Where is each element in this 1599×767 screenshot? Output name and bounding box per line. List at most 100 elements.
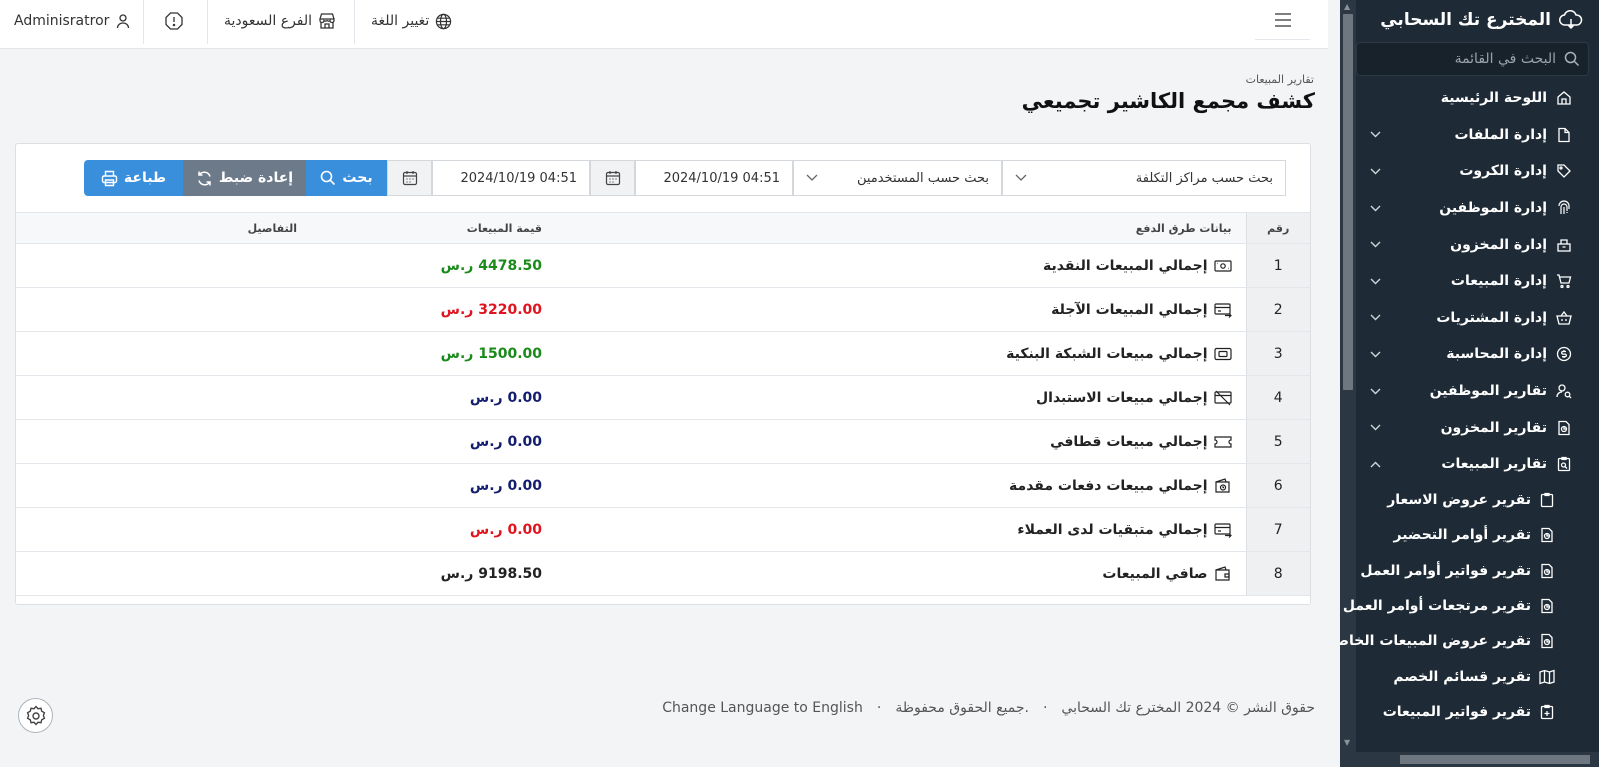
details-cell bbox=[16, 243, 311, 288]
sidebar-horizontal-scrollbar[interactable] bbox=[1340, 752, 1599, 767]
sidebar-item[interactable]: إدارة الكروت bbox=[1356, 153, 1599, 190]
fingerprint-icon bbox=[1555, 200, 1573, 216]
table-row: 6 إجمالي مبيعات دفعات مقدمة 0.00 ر.س bbox=[16, 463, 1310, 508]
footer-dot: · bbox=[876, 700, 882, 716]
sidebar-search-input[interactable]: البحث في القائمة bbox=[1356, 42, 1589, 76]
header-sales-value: قيمة المبيعات bbox=[311, 212, 556, 244]
sidebar-subitem[interactable]: تقرير فواتير أوامر العمل bbox=[1356, 553, 1599, 588]
sales-value: 0.00 bbox=[507, 389, 542, 406]
sidebar-subitem[interactable]: تقرير أوامر التحضير bbox=[1356, 518, 1599, 553]
sidebar-item[interactable]: إدارة المشتريات bbox=[1356, 300, 1599, 337]
credit-card-arrow-icon bbox=[1213, 302, 1232, 318]
sidebar-item[interactable]: تقارير المبيعات bbox=[1356, 446, 1599, 483]
language-switcher[interactable]: تغيير اللغة bbox=[371, 0, 452, 42]
scroll-up-icon[interactable]: ▲ bbox=[1344, 2, 1350, 11]
sidebar-subitem-label: تقرير عروض الاسعار bbox=[1387, 492, 1531, 509]
sidebar-subitem[interactable]: تقرير مرتجعات أوامر العمل bbox=[1343, 588, 1599, 623]
filter-bar: بحث حسب مراكز التكلفة بحث حسب المستخدمين… bbox=[40, 160, 1286, 196]
header-details: التفاصيل bbox=[16, 212, 311, 244]
table-row: 8 صافي المبيعات 9198.50 ر.س bbox=[16, 551, 1310, 596]
sales-value-cell: 0.00 ر.س bbox=[311, 463, 556, 508]
sales-value-cell: 0.00 ر.س bbox=[311, 419, 556, 464]
chevron-down-icon[interactable] bbox=[1370, 424, 1381, 431]
sidebar-item[interactable]: تقارير الموظفين bbox=[1356, 373, 1599, 410]
print-button[interactable]: طباعة bbox=[84, 160, 183, 196]
details-cell bbox=[16, 551, 311, 596]
chevron-down-icon[interactable] bbox=[1370, 241, 1381, 248]
language-label: تغيير اللغة bbox=[371, 13, 430, 29]
wallet-icon bbox=[1214, 565, 1232, 582]
date-from-input[interactable]: 2024/10/19 04:51 bbox=[635, 160, 793, 196]
sidebar-subitem[interactable]: تقرير قسائم الخصم bbox=[1356, 659, 1599, 694]
details-cell bbox=[16, 507, 311, 552]
users-select[interactable]: بحث حسب المستخدمين bbox=[793, 160, 1002, 196]
clipboard-icon bbox=[1539, 492, 1555, 508]
sidebar-item[interactable]: إدارة المبيعات bbox=[1356, 263, 1599, 300]
cost-center-select[interactable]: بحث حسب مراكز التكلفة bbox=[1002, 160, 1286, 196]
sidebar-item-label: تقارير المبيعات bbox=[1441, 456, 1547, 473]
sidebar-search-placeholder: البحث في القائمة bbox=[1454, 51, 1556, 67]
report-icon bbox=[1539, 633, 1555, 649]
alert-button[interactable] bbox=[164, 0, 184, 42]
payment-method-label: إجمالي المبيعات الآجلة bbox=[1051, 301, 1208, 318]
topbar-divider bbox=[207, 0, 208, 44]
breadcrumb[interactable]: تقارير المبيعات bbox=[1246, 73, 1314, 86]
report-icon bbox=[1539, 563, 1555, 579]
calendar-icon bbox=[402, 170, 418, 186]
sidebar-menu: اللوحة الرئيسية إدارة الملفات إدارة الكروت… bbox=[1340, 80, 1599, 730]
branch-selector[interactable]: الفرع السعودية bbox=[224, 0, 336, 42]
chevron-down-icon[interactable] bbox=[1370, 131, 1381, 138]
reset-button[interactable]: إعادة ضبط bbox=[183, 160, 306, 196]
payment-method-label: إجمالي مبيعات الشبكة البنكية bbox=[1006, 345, 1208, 362]
chevron-down-icon[interactable] bbox=[1370, 168, 1381, 175]
user-search-icon bbox=[1555, 383, 1573, 399]
store-icon bbox=[318, 12, 336, 30]
sidebar-subitem[interactable]: تقرير عروض الاسعار bbox=[1356, 483, 1599, 518]
date-from-calendar-button[interactable] bbox=[590, 160, 635, 196]
scrollbar-thumb[interactable] bbox=[1343, 14, 1353, 390]
sidebar-item[interactable]: إدارة الملفات bbox=[1356, 117, 1599, 154]
ticket-icon bbox=[1213, 435, 1232, 449]
search-button[interactable]: بحث bbox=[306, 160, 387, 196]
settings-icon bbox=[25, 704, 47, 727]
brand[interactable]: المخترع تك السحابي bbox=[1380, 6, 1583, 34]
chevron-down-icon[interactable] bbox=[1370, 314, 1381, 321]
table-body: 1 إجمالي المبيعات النقدية 4478.50 ر.س 2 إجما… bbox=[16, 243, 1310, 596]
sidebar-item[interactable]: اللوحة الرئيسية bbox=[1356, 80, 1599, 117]
payment-method-cell: إجمالي المبيعات النقدية bbox=[556, 243, 1246, 288]
calendar-icon bbox=[605, 170, 621, 186]
sidebar-subitem[interactable]: تقرير عروض المبيعات الخاصة bbox=[1340, 624, 1599, 659]
sidebar: ▲ ▼ المخترع تك السحابي البحث في القائمة … bbox=[1340, 0, 1599, 767]
bank-card-icon bbox=[1213, 347, 1232, 361]
top-navbar: Adminisratror الفرع السعودية تغيير اللغة bbox=[0, 0, 1328, 49]
brand-name: المخترع تك السحابي bbox=[1380, 10, 1551, 30]
currency-label: ر.س bbox=[469, 521, 503, 538]
card-off-icon bbox=[1213, 390, 1232, 406]
scrollbar-thumb[interactable] bbox=[1400, 755, 1590, 764]
sales-value: 0.00 bbox=[507, 521, 542, 538]
scroll-down-icon[interactable]: ▼ bbox=[1344, 738, 1350, 747]
chevron-down-icon[interactable] bbox=[1370, 205, 1381, 212]
sales-value: 9198.50 bbox=[478, 565, 542, 582]
search-icon bbox=[1564, 51, 1580, 67]
globe-icon bbox=[435, 13, 452, 30]
sidebar-subitem[interactable]: تقرير فواتير المبيعات bbox=[1356, 694, 1599, 729]
sidebar-item-label: تقارير المخزون bbox=[1440, 419, 1547, 436]
chevron-down-icon[interactable] bbox=[1370, 278, 1381, 285]
alert-octagon-icon bbox=[164, 11, 184, 31]
user-menu[interactable]: Adminisratror bbox=[14, 0, 131, 42]
sidebar-item[interactable]: إدارة المخزون bbox=[1356, 226, 1599, 263]
sidebar-item[interactable]: تقارير المخزون bbox=[1356, 409, 1599, 446]
settings-button[interactable] bbox=[18, 698, 53, 733]
sidebar-item[interactable]: إدارة المحاسبة bbox=[1356, 336, 1599, 373]
change-language-link[interactable]: Change Language to English bbox=[662, 700, 863, 716]
chevron-up-icon[interactable] bbox=[1370, 461, 1381, 468]
chevron-down-icon[interactable] bbox=[1370, 351, 1381, 358]
sales-value: 3220.00 bbox=[478, 301, 542, 318]
date-to-input[interactable]: 2024/10/19 04:51 bbox=[432, 160, 590, 196]
sidebar-item[interactable]: إدارة الموظفين bbox=[1356, 190, 1599, 227]
sidebar-toggle-button[interactable] bbox=[1255, 0, 1310, 40]
date-to-calendar-button[interactable] bbox=[387, 160, 432, 196]
chevron-down-icon[interactable] bbox=[1370, 388, 1381, 395]
header-payment-method: بيانات طرق الدفع bbox=[556, 212, 1246, 244]
